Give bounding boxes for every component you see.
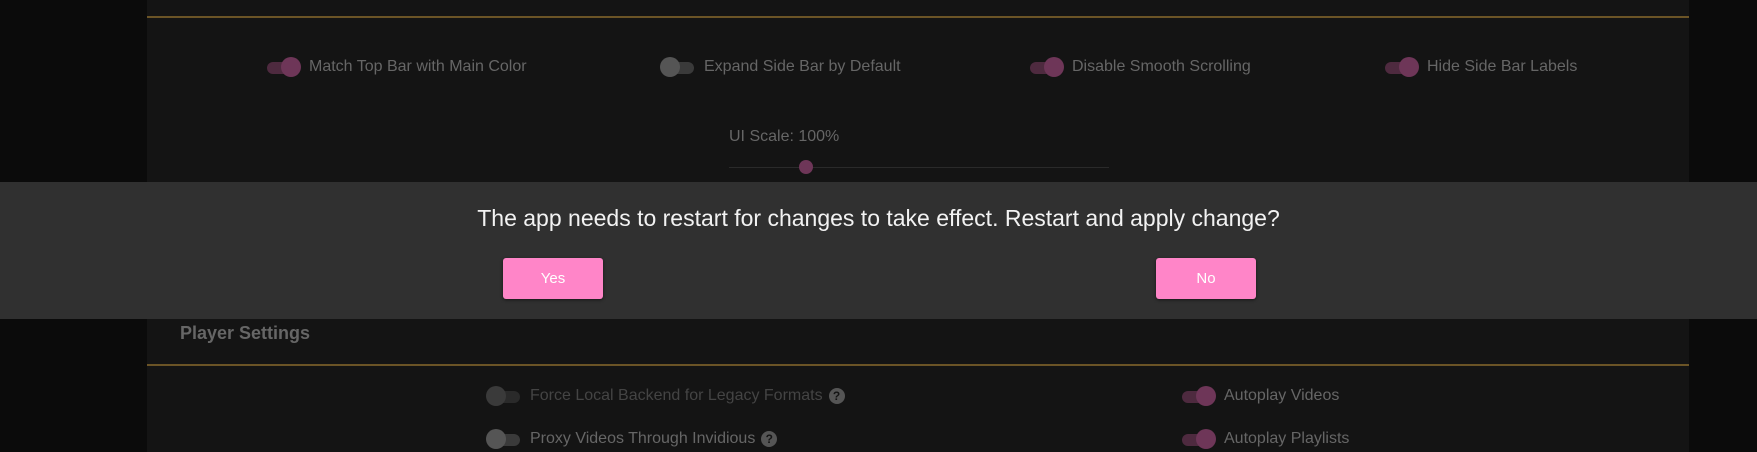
- match-top-bar-toggle[interactable]: Match Top Bar with Main Color: [265, 56, 527, 78]
- toggle-label: Force Local Backend for Legacy Formats: [530, 387, 823, 404]
- toggle-switch[interactable]: [486, 428, 522, 450]
- toggle-switch[interactable]: [660, 56, 696, 78]
- toggle-label: Expand Side Bar by Default: [704, 58, 901, 75]
- player-settings-title: Player Settings: [180, 323, 311, 343]
- toggle-switch[interactable]: [265, 56, 301, 78]
- ui-scale-slider-thumb[interactable]: [799, 160, 813, 174]
- ui-scale-label: UI Scale: 100%: [729, 128, 840, 145]
- section-divider: [147, 16, 1689, 18]
- ui-scale-slider[interactable]: [729, 167, 1109, 168]
- yes-button[interactable]: Yes: [503, 258, 603, 299]
- question-circle-icon[interactable]: ?: [828, 388, 845, 404]
- toggle-label: Match Top Bar with Main Color: [309, 58, 527, 75]
- dialog-message: The app needs to restart for changes to …: [477, 205, 1280, 231]
- disable-smooth-scrolling-toggle[interactable]: Disable Smooth Scrolling: [1028, 56, 1251, 78]
- toggle-label: Hide Side Bar Labels: [1427, 58, 1578, 75]
- toggle-label: Autoplay Playlists: [1224, 430, 1350, 447]
- hide-side-bar-labels-toggle[interactable]: Hide Side Bar Labels: [1383, 56, 1577, 78]
- expand-side-bar-toggle[interactable]: Expand Side Bar by Default: [660, 56, 901, 78]
- toggle-switch[interactable]: [1180, 385, 1216, 407]
- restart-prompt-dialog: The app needs to restart for changes to …: [0, 182, 1757, 319]
- toggle-label: Proxy Videos Through Invidious: [530, 430, 756, 447]
- force-local-backend-toggle[interactable]: Force Local Backend for Legacy Formats ?: [486, 385, 845, 407]
- toggle-switch[interactable]: [1383, 56, 1419, 78]
- toggle-switch[interactable]: [1180, 428, 1216, 450]
- no-button[interactable]: No: [1156, 258, 1256, 299]
- proxy-videos-toggle[interactable]: Proxy Videos Through Invidious ?: [486, 428, 778, 450]
- autoplay-playlists-toggle[interactable]: Autoplay Playlists: [1180, 428, 1349, 450]
- toggle-switch[interactable]: [1028, 56, 1064, 78]
- toggle-switch[interactable]: [486, 385, 522, 407]
- toggle-label: Autoplay Videos: [1224, 387, 1340, 404]
- question-circle-icon[interactable]: ?: [761, 431, 778, 447]
- section-divider: [147, 364, 1689, 366]
- autoplay-videos-toggle[interactable]: Autoplay Videos: [1180, 385, 1339, 407]
- toggle-label: Disable Smooth Scrolling: [1072, 58, 1251, 75]
